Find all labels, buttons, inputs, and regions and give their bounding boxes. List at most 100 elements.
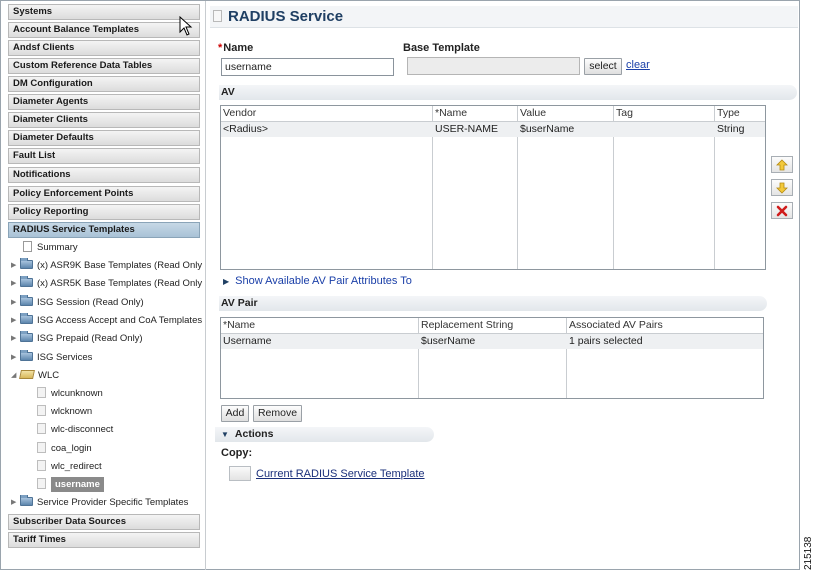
page-title: RADIUS Service xyxy=(228,8,344,25)
av-cell-value: $userName xyxy=(520,123,575,135)
av-cell-type: String xyxy=(717,123,745,135)
av-pair-cell-replacement: $userName xyxy=(421,335,476,347)
page-icon xyxy=(37,442,46,453)
tree-leaf-wlcunknown[interactable]: wlcunknown xyxy=(37,386,197,402)
page-icon xyxy=(37,387,46,398)
select-button[interactable]: select xyxy=(584,58,622,75)
expand-arrow-icon: ▶ xyxy=(223,277,230,286)
page-icon xyxy=(37,478,46,489)
expand-arrow-icon[interactable]: ▶ xyxy=(11,258,20,274)
expand-arrow-icon[interactable]: ▶ xyxy=(11,331,20,347)
nav-header-policy-reporting[interactable]: Policy Reporting xyxy=(8,204,200,220)
av-pair-column-associated-av-pairs[interactable]: Associated AV Pairs xyxy=(567,318,663,333)
tree-folder-isg-prepaid[interactable]: ▶ ISG Prepaid (Read Only) xyxy=(11,331,203,347)
panel-divider[interactable] xyxy=(205,1,206,570)
show-available-av-pairs-toggle[interactable]: ▶ Show Available AV Pair Attributes To xyxy=(223,275,412,287)
folder-icon xyxy=(20,295,33,306)
av-column-vendor[interactable]: Vendor xyxy=(221,106,256,121)
av-pair-cell-name: Username xyxy=(223,335,272,347)
table-row[interactable]: <Radius> USER-NAME $userName String xyxy=(221,122,765,137)
tree-leaf-wlcknown[interactable]: wlcknown xyxy=(37,404,197,420)
nav-header-dm-configuration[interactable]: DM Configuration xyxy=(8,76,200,92)
table-row[interactable]: Username $userName 1 pairs selected xyxy=(221,334,763,349)
nav-header-systems[interactable]: Systems xyxy=(8,4,200,20)
folder-icon xyxy=(20,495,33,506)
expand-arrow-icon[interactable]: ▶ xyxy=(11,350,20,366)
expand-arrow-icon[interactable]: ▶ xyxy=(11,495,20,511)
av-column-value[interactable]: Value xyxy=(518,106,546,121)
nav-header-tariff-times[interactable]: Tariff Times xyxy=(8,532,200,548)
nav-header-radius-service-templates[interactable]: RADIUS Service Templates xyxy=(8,222,200,238)
tree-folder-asr5k[interactable]: ▶ (x) ASR5K Base Templates (Read Only xyxy=(11,276,203,292)
av-pair-column-replacement-string[interactable]: Replacement String xyxy=(419,318,513,333)
nav-header-fault-list[interactable]: Fault List xyxy=(8,148,200,164)
delete-button[interactable] xyxy=(771,202,793,219)
av-cell-name: USER-NAME xyxy=(435,123,499,135)
av-pair-section-header: AV Pair xyxy=(219,296,767,311)
open-folder-icon xyxy=(19,370,35,379)
tree-leaf-coa-login[interactable]: coa_login xyxy=(37,441,197,457)
tree-item-summary[interactable]: Summary xyxy=(23,240,203,256)
tree-folder-isg-services[interactable]: ▶ ISG Services xyxy=(11,350,203,366)
folder-icon xyxy=(20,276,33,287)
nav-header-policy-enforcement-points[interactable]: Policy Enforcement Points xyxy=(8,186,200,202)
tree-item-label: WLC xyxy=(38,370,60,381)
av-pair-column-name[interactable]: *Name xyxy=(221,318,255,333)
tree-leaf-wlc-redirect[interactable]: wlc_redirect xyxy=(37,459,197,475)
nav-header-diameter-agents[interactable]: Diameter Agents xyxy=(8,94,200,110)
nav-header-diameter-clients[interactable]: Diameter Clients xyxy=(8,112,200,128)
move-up-button[interactable] xyxy=(771,156,793,173)
move-up-icon xyxy=(776,159,788,171)
tree-item-label: ISG Session (Read Only) xyxy=(37,297,144,308)
av-cell-vendor: <Radius> xyxy=(223,123,268,135)
copy-current-template-link[interactable]: Current RADIUS Service Template xyxy=(256,468,425,480)
collapse-arrow-icon: ▼ xyxy=(221,430,229,439)
nav-header-custom-reference-data-tables[interactable]: Custom Reference Data Tables xyxy=(8,58,200,74)
av-column-tag[interactable]: Tag xyxy=(614,106,633,121)
av-column-type[interactable]: Type xyxy=(715,106,740,121)
copy-icon[interactable] xyxy=(229,466,251,481)
tree-folder-isg-access-accept[interactable]: ▶ ISG Access Accept and CoA Templates xyxy=(11,313,203,329)
expand-arrow-icon[interactable]: ▶ xyxy=(11,295,20,311)
nav-header-diameter-defaults[interactable]: Diameter Defaults xyxy=(8,130,200,146)
tree-item-label: coa_login xyxy=(51,443,92,454)
tree-item-label: wlcunknown xyxy=(51,388,103,399)
page-icon xyxy=(37,423,46,434)
folder-icon xyxy=(20,350,33,361)
tree-item-label: (x) ASR9K Base Templates (Read Only xyxy=(37,260,203,271)
name-input[interactable] xyxy=(221,58,394,76)
expand-arrow-icon[interactable]: ▶ xyxy=(11,313,20,329)
tree-folder-service-provider[interactable]: ▶ Service Provider Specific Templates xyxy=(11,495,203,511)
av-pair-table: *Name Replacement String Associated AV P… xyxy=(220,317,764,399)
tree-item-label: ISG Services xyxy=(37,352,93,363)
remove-button[interactable]: Remove xyxy=(253,405,302,422)
tree-folder-asr9k[interactable]: ▶ (x) ASR9K Base Templates (Read Only xyxy=(11,258,203,274)
actions-section-header[interactable]: ▼ Actions xyxy=(215,427,434,442)
tree-item-label: wlc_redirect xyxy=(51,461,102,472)
base-template-label: Base Template xyxy=(403,42,480,54)
nav-header-account-balance-templates[interactable]: Account Balance Templates xyxy=(8,22,200,38)
tree-folder-isg-session[interactable]: ▶ ISG Session (Read Only) xyxy=(11,295,203,311)
folder-icon xyxy=(20,313,33,324)
expand-arrow-icon[interactable]: ▶ xyxy=(11,276,20,292)
av-column-name[interactable]: *Name xyxy=(433,106,467,121)
nav-header-notifications[interactable]: Notifications xyxy=(8,167,200,183)
av-table: Vendor *Name Value Tag Type <Radius> USE… xyxy=(220,105,766,270)
tree-item-label: wlc-disconnect xyxy=(51,424,114,435)
tree-leaf-wlc-disconnect[interactable]: wlc-disconnect xyxy=(37,422,197,438)
tree-folder-wlc[interactable]: ◢ WLC xyxy=(11,368,203,384)
clear-link[interactable]: clear xyxy=(626,59,650,71)
app-window: Systems Account Balance Templates Andsf … xyxy=(0,0,800,570)
tree-leaf-username[interactable]: username xyxy=(37,477,197,493)
add-button[interactable]: Add xyxy=(221,405,249,422)
move-down-button[interactable] xyxy=(771,179,793,196)
page-icon xyxy=(37,405,46,416)
nav-header-subscriber-data-sources[interactable]: Subscriber Data Sources xyxy=(8,514,200,530)
nav-header-andsf-clients[interactable]: Andsf Clients xyxy=(8,40,200,56)
page-icon xyxy=(37,460,46,471)
tree-item-label: ISG Access Accept and CoA Templates xyxy=(37,315,203,326)
tree-item-label: Service Provider Specific Templates xyxy=(37,497,189,508)
folder-icon xyxy=(20,258,33,269)
name-label: *Name xyxy=(218,42,254,54)
tree-item-label: wlcknown xyxy=(51,406,93,417)
